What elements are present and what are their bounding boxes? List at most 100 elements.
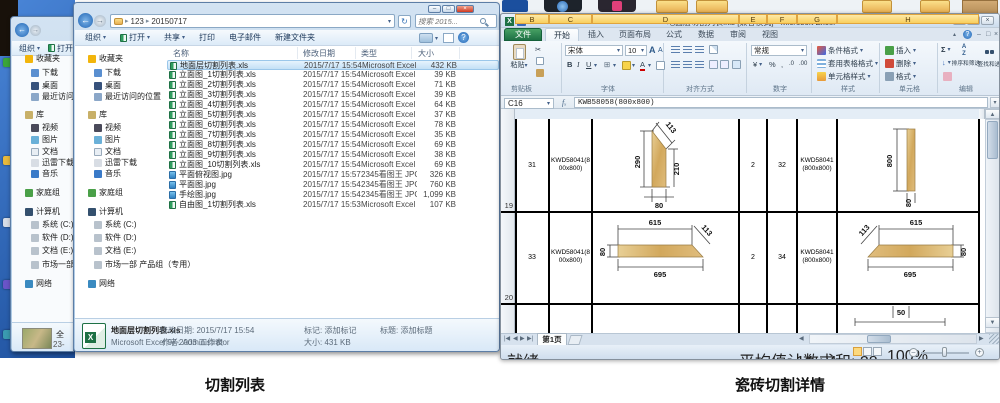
sidebar-item-network[interactable]: 网络 [25, 278, 52, 289]
row-header-19[interactable]: 19 [501, 201, 513, 210]
ribbon-collapse-icon[interactable]: ▴ [953, 31, 956, 38]
prev-sheet-icon[interactable]: ◀ [513, 335, 518, 342]
sidebar-item-recent[interactable]: 最近访问的位置 [94, 91, 161, 102]
font-size-combo[interactable]: 10▾ [625, 45, 647, 56]
desktop-icon[interactable] [598, 0, 636, 12]
column-divider[interactable] [297, 47, 298, 59]
column-header-d[interactable]: D [592, 14, 739, 24]
zoom-in-icon[interactable]: + [975, 348, 984, 357]
close-button[interactable]: × [456, 5, 474, 13]
cell-b20[interactable]: 33 [515, 254, 549, 261]
cell-b19[interactable]: 31 [515, 162, 549, 169]
breadcrumb-parent[interactable]: 123 [131, 17, 144, 26]
address-bar[interactable]: ▸ 123 ▸ 20150717 ▾ [110, 14, 395, 28]
print-button[interactable]: 打印 [199, 32, 215, 43]
cell-g20[interactable]: KWD58041(800x800) [798, 249, 836, 264]
close-button[interactable]: × [981, 16, 994, 25]
sidebar-item-share[interactable]: 市场一部 产品组（专用） [94, 259, 195, 270]
format-cells-button[interactable]: 格式▾ [885, 71, 916, 82]
font-color-icon[interactable]: A [640, 60, 645, 71]
zoom-level[interactable]: 100% [887, 348, 928, 360]
column-header-date[interactable]: 修改日期 [303, 48, 335, 59]
align-middle-icon[interactable] [683, 46, 692, 53]
merge-center-icon[interactable] [732, 60, 741, 69]
sidebar-item-documents[interactable]: 文档 [31, 146, 58, 157]
sidebar-item-drive-e[interactable]: 文档 (E:) [94, 245, 136, 256]
column-divider[interactable] [355, 47, 356, 59]
sidebar-item-downloads[interactable]: 下载 [94, 67, 121, 78]
decrease-indent-icon[interactable] [709, 60, 718, 69]
percent-icon[interactable]: % [769, 60, 776, 69]
desktop-icon[interactable] [502, 0, 528, 12]
cell-c19[interactable]: KWD58041(800x800) [550, 157, 591, 172]
borders-dropdown-icon[interactable]: ▾ [613, 62, 616, 69]
workbook-close-icon[interactable]: × [994, 31, 998, 38]
hscroll-left-icon[interactable]: ◀ [799, 335, 804, 342]
formula-expand-icon[interactable]: ▾ [990, 97, 1000, 108]
file-row[interactable]: 平面俯视图.jpg2015/7/17 15:572345看图王 JPG ...3… [167, 170, 499, 180]
align-top-icon[interactable] [671, 46, 680, 53]
new-folder-button[interactable]: 新建文件夹 [275, 32, 315, 43]
format-as-table-button[interactable]: 套用表格格式▾ [817, 58, 878, 69]
tab-data[interactable]: 数据 [691, 28, 721, 41]
paste-button[interactable]: 粘贴▾ [507, 44, 531, 70]
font-color-dropdown-icon[interactable]: ▾ [648, 62, 651, 69]
conditional-format-button[interactable]: 条件格式▾ [817, 45, 863, 56]
column-header-name[interactable]: 名称 [173, 48, 189, 59]
delete-cells-button[interactable]: 删除▾ [885, 58, 916, 69]
desktop-icon[interactable] [962, 0, 998, 14]
organize-button[interactable]: 组织▾ [85, 32, 106, 43]
fx-icon[interactable]: fₓ [562, 98, 567, 107]
sidebar-item-thunder[interactable]: 迅雷下载 [94, 157, 137, 168]
file-row[interactable]: 立面图_9切割列表.xls2015/7/17 15:54Microsoft Ex… [167, 150, 499, 160]
tab-insert[interactable]: 插入 [581, 28, 611, 41]
views-button[interactable] [419, 33, 433, 43]
sidebar-item-downloads[interactable]: 下载 [31, 67, 58, 78]
copy-icon[interactable] [536, 57, 544, 65]
file-row[interactable]: 自由图_1切割列表.xls2015/7/17 15:53Microsoft Ex… [167, 200, 499, 210]
file-row[interactable]: 立面图_8切割列表.xls2015/7/17 15:54Microsoft Ex… [167, 140, 499, 150]
sidebar-item-videos[interactable]: 视频 [94, 122, 121, 133]
file-row[interactable]: 立面图_5切割列表.xls2015/7/17 15:54Microsoft Ex… [167, 110, 499, 120]
find-select-button[interactable]: 查找和选择 [977, 44, 1000, 68]
breadcrumb-current[interactable]: 20150717 [151, 17, 187, 26]
column-header-b[interactable]: B [515, 14, 549, 24]
views-dropdown-icon[interactable]: ▾ [435, 35, 438, 42]
tab-home[interactable]: 开始 [545, 28, 579, 41]
column-divider[interactable] [459, 47, 460, 59]
address-dropdown-icon[interactable]: ▾ [388, 18, 391, 25]
vertical-scroll-thumb[interactable] [987, 121, 998, 159]
sort-filter-button[interactable]: AZ 排序和筛选 [951, 44, 977, 67]
select-all-corner[interactable] [501, 109, 515, 119]
sidebar-item-drive-c[interactable]: 系统 (C:) [31, 219, 74, 230]
column-header-h[interactable]: H [837, 14, 979, 24]
align-left-icon[interactable] [671, 61, 680, 68]
workbook-restore-icon[interactable]: □ [986, 31, 990, 38]
clear-icon[interactable] [943, 72, 952, 81]
sidebar-item-drive-d[interactable]: 软件 (D:) [94, 232, 137, 243]
email-button[interactable]: 电子邮件 [229, 32, 261, 43]
folder-icon[interactable] [656, 0, 688, 13]
folder-icon[interactable] [862, 0, 892, 13]
workbook-minimize-icon[interactable]: – [977, 31, 981, 38]
cut-icon[interactable]: ✂ [535, 45, 541, 54]
column-divider[interactable] [411, 47, 412, 59]
tab-view[interactable]: 视图 [755, 28, 785, 41]
search-box[interactable] [415, 14, 497, 28]
cell-g19[interactable]: KWD58041(800x800) [798, 157, 836, 172]
maximize-button[interactable]: □ [442, 5, 455, 13]
scroll-down-icon[interactable]: ▼ [985, 317, 1000, 328]
last-sheet-icon[interactable]: ▶| [527, 335, 533, 342]
sheet-tab[interactable]: 第1页 [537, 333, 567, 345]
format-painter-icon[interactable] [536, 69, 544, 77]
sidebar-item-share[interactable]: 市场一部 产品组（专用） [31, 259, 74, 270]
forward-icon[interactable]: → [30, 25, 41, 36]
insert-cells-button[interactable]: 插入▾ [885, 45, 916, 56]
cell-e20[interactable]: 2 [739, 254, 767, 261]
align-center-icon[interactable] [683, 61, 692, 68]
sidebar-item-libraries[interactable]: 库 [88, 109, 107, 120]
column-header-f[interactable]: F [767, 14, 797, 24]
phonetic-icon[interactable] [656, 61, 665, 70]
preview-pane-icon[interactable] [443, 33, 454, 43]
row-header-20[interactable]: 20 [501, 293, 513, 302]
